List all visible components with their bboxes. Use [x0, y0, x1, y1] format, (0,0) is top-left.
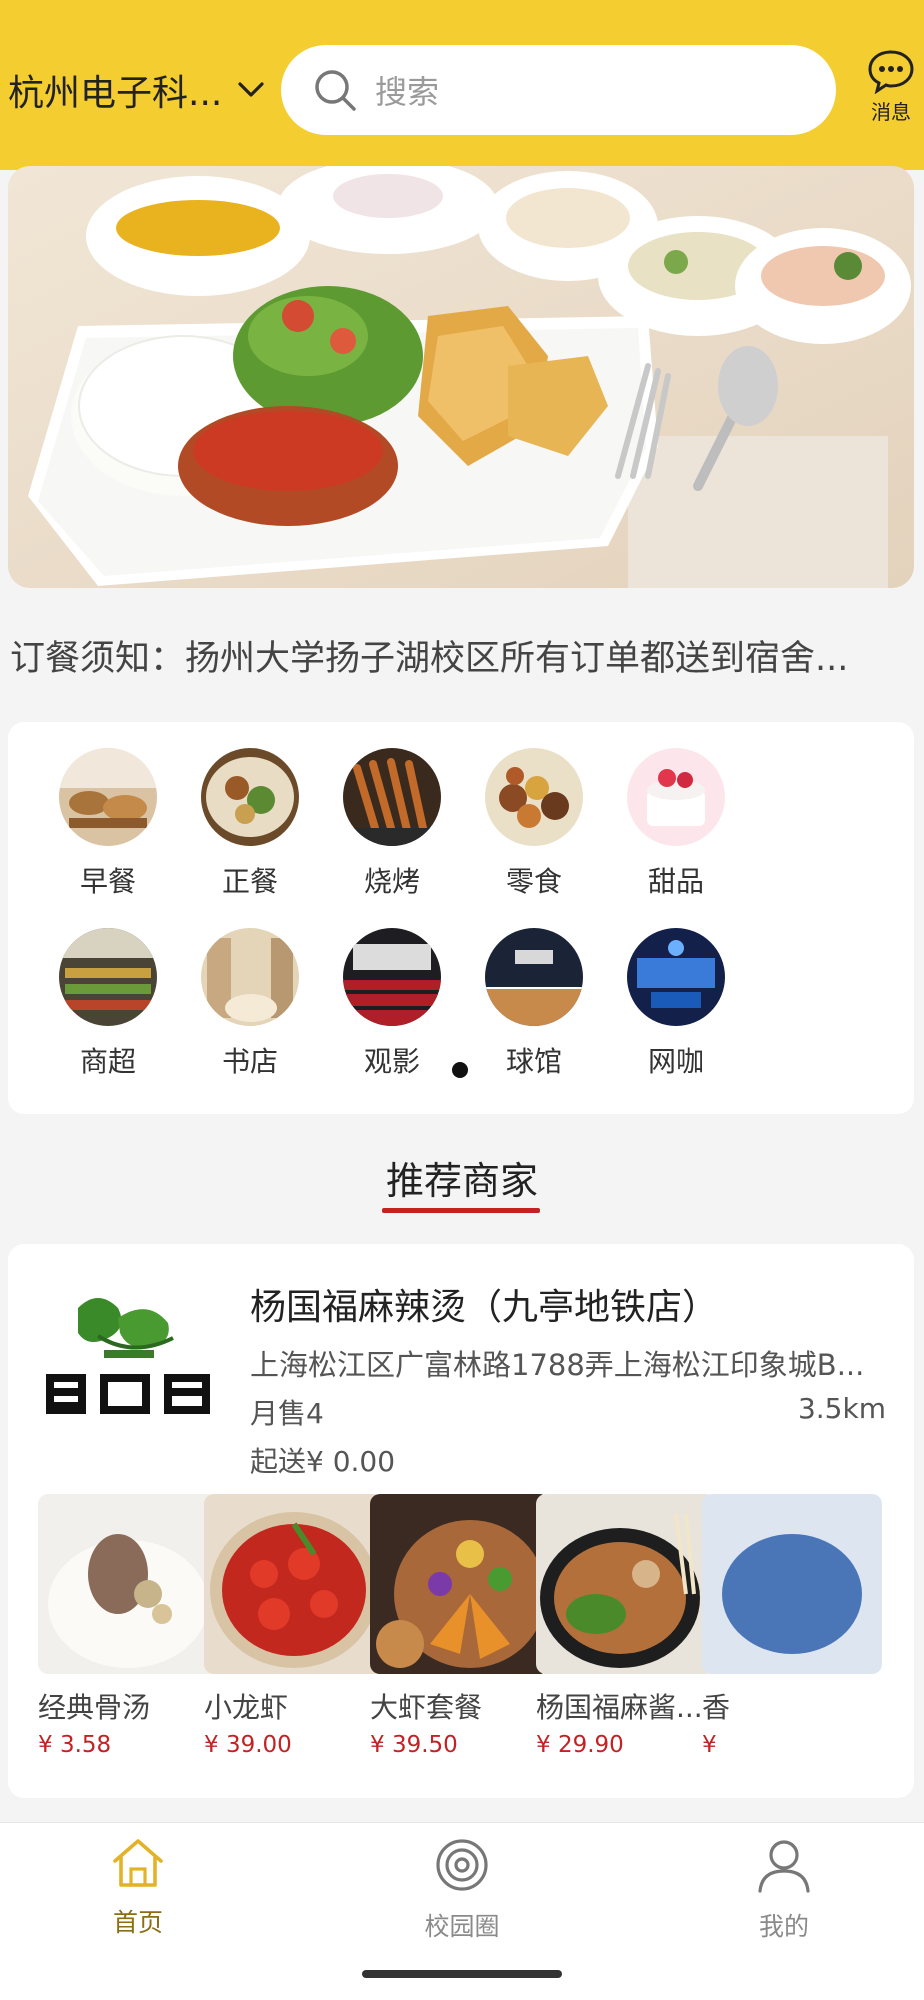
dish-image — [38, 1494, 218, 1674]
tab-home[interactable]: 首页 — [68, 1837, 208, 1939]
category-cinema[interactable]: 观影 — [322, 928, 462, 1080]
category-label: 烧烤 — [363, 865, 420, 898]
category-image — [343, 748, 441, 846]
message-button[interactable]: 消息 — [860, 48, 922, 125]
dish-image — [204, 1494, 384, 1674]
tab-mine[interactable]: 我的 — [714, 1837, 854, 1943]
category-dessert[interactable]: 甜品 — [606, 748, 746, 900]
dish-price: ¥ 39.50 — [370, 1732, 458, 1758]
search-input[interactable]: 搜索 — [281, 45, 836, 135]
order-notice[interactable]: 订餐须知：扬州大学扬子湖校区所有订单都送到宿舍... — [10, 630, 890, 681]
shop-card[interactable]: 杨国福麻辣烫（九亭地铁店） 上海松江区广富林路1788弄上海松江印象城B... … — [8, 1244, 914, 1798]
category-grid: 早餐 正餐 烧烤 零食 甜品 商超 书店 观影 球馆 网咖 — [8, 722, 914, 1114]
category-label: 网咖 — [647, 1045, 704, 1078]
dish-item[interactable]: 小龙虾 ¥ 39.00 — [204, 1494, 384, 1758]
dish-name: 大虾套餐 — [370, 1691, 483, 1724]
category-image — [59, 928, 157, 1026]
category-image — [627, 928, 725, 1026]
category-label: 观影 — [363, 1045, 420, 1078]
category-bbq[interactable]: 烧烤 — [322, 748, 462, 900]
chat-bubble-icon — [868, 50, 914, 94]
section-title: 推荐商家 — [385, 1159, 538, 1203]
category-image — [485, 928, 583, 1026]
search-icon — [315, 70, 356, 111]
category-label: 早餐 — [79, 865, 136, 898]
dish-price: ¥ — [702, 1732, 717, 1758]
home-indicator — [362, 1970, 562, 1978]
tab-campus[interactable]: 校园圈 — [392, 1837, 532, 1943]
category-image — [343, 928, 441, 1026]
dish-name: 杨国福麻酱... — [536, 1691, 703, 1724]
shop-logo — [38, 1278, 220, 1428]
dish-item[interactable]: 香 ¥ — [702, 1494, 882, 1758]
category-label: 正餐 — [221, 865, 278, 898]
category-image — [201, 748, 299, 846]
category-image — [59, 748, 157, 846]
dish-name: 经典骨汤 — [38, 1691, 151, 1724]
dish-item[interactable]: 经典骨汤 ¥ 3.58 — [38, 1494, 218, 1758]
category-breakfast[interactable]: 早餐 — [38, 748, 178, 900]
category-supermarket[interactable]: 商超 — [38, 928, 178, 1080]
page-indicator-dot — [452, 1062, 468, 1078]
category-label: 书店 — [221, 1045, 278, 1078]
dish-price: ¥ 39.00 — [204, 1732, 292, 1758]
category-label: 甜品 — [647, 865, 704, 898]
dish-name: 香 — [702, 1691, 731, 1724]
chevron-down-icon — [238, 82, 264, 97]
category-label: 零食 — [505, 865, 562, 898]
search-placeholder: 搜索 — [375, 73, 440, 111]
dish-item[interactable]: 杨国福麻酱... ¥ 29.90 — [536, 1494, 716, 1758]
tab-label: 我的 — [758, 1912, 809, 1941]
dish-price: ¥ 29.90 — [536, 1732, 624, 1758]
user-icon — [758, 1840, 810, 1893]
top-header: 杭州电子科... 搜索 消息 — [0, 0, 924, 170]
category-label: 商超 — [79, 1045, 136, 1078]
shop-monthly-sales: 月售4 — [250, 1397, 324, 1430]
category-internet-cafe[interactable]: 网咖 — [606, 928, 746, 1080]
food-plate-illustration — [8, 166, 914, 588]
dish-name: 小龙虾 — [204, 1691, 289, 1724]
tab-label: 首页 — [112, 1908, 163, 1937]
dish-image — [702, 1494, 882, 1674]
category-label: 球馆 — [505, 1045, 562, 1078]
location-selector[interactable]: 杭州电子科... — [8, 62, 266, 118]
message-label: 消息 — [871, 100, 911, 124]
campus-circle-icon — [436, 1839, 488, 1891]
category-image — [485, 748, 583, 846]
category-meal[interactable]: 正餐 — [180, 748, 320, 900]
dish-image — [370, 1494, 550, 1674]
tab-label: 校园圈 — [424, 1912, 500, 1941]
shop-name: 杨国福麻辣烫（九亭地铁店） — [250, 1287, 719, 1328]
shop-address: 上海松江区广富林路1788弄上海松江印象城B... — [250, 1348, 865, 1382]
category-image — [627, 748, 725, 846]
shop-min-order: 起送¥ 0.00 — [250, 1445, 396, 1478]
section-underline — [382, 1208, 540, 1213]
category-image — [201, 928, 299, 1026]
category-arena[interactable]: 球馆 — [464, 928, 604, 1080]
home-icon — [113, 1839, 163, 1887]
dish-image — [536, 1494, 716, 1674]
category-snacks[interactable]: 零食 — [464, 748, 604, 900]
dish-item[interactable]: 大虾套餐 ¥ 39.50 — [370, 1494, 550, 1758]
shop-distance: 3.5km — [797, 1392, 886, 1425]
location-label: 杭州电子科... — [8, 73, 223, 114]
banner-image[interactable] — [8, 166, 914, 588]
category-bookstore[interactable]: 书店 — [180, 928, 320, 1080]
dish-price: ¥ 3.58 — [38, 1732, 112, 1758]
